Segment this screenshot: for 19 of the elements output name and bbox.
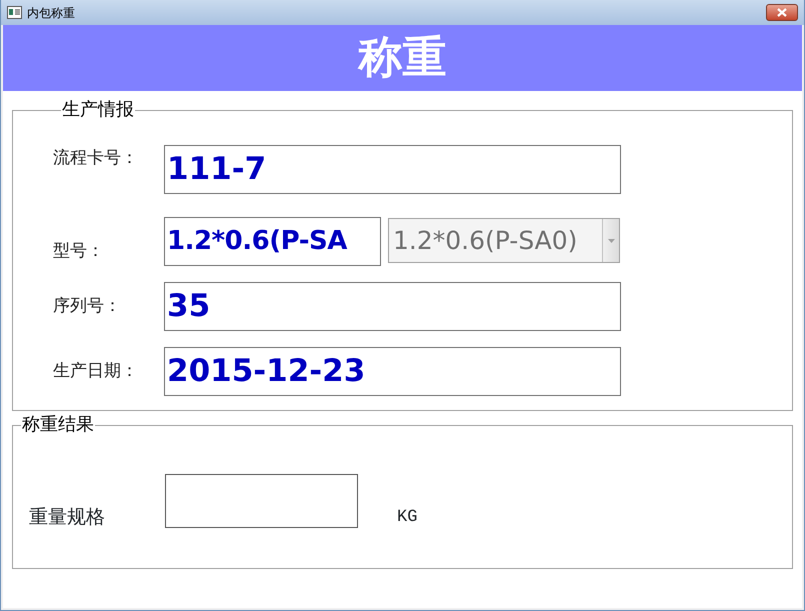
close-icon bbox=[777, 8, 787, 17]
field-label: 生产日期： bbox=[53, 360, 139, 383]
input-field[interactable]: 1.2*0.6(P-SA bbox=[164, 217, 381, 266]
field-label: 重量规格 bbox=[29, 506, 106, 528]
input-field[interactable]: 35 bbox=[164, 282, 621, 331]
input-field[interactable]: 2015-12-23 bbox=[164, 347, 621, 396]
group-title: 生产情报 bbox=[61, 99, 135, 121]
group-title: 称重结果 bbox=[21, 414, 95, 436]
dropdown-arrow-icon bbox=[608, 238, 614, 242]
app-icon bbox=[7, 6, 22, 19]
close-button[interactable] bbox=[766, 4, 798, 21]
field-label: 型号： bbox=[53, 240, 105, 262]
window-title: 内包称重 bbox=[27, 4, 75, 22]
header-title: 称重 bbox=[358, 36, 446, 80]
unit-label: KG bbox=[397, 508, 418, 528]
field-label: 流程卡号： bbox=[53, 147, 139, 170]
input-field[interactable] bbox=[165, 474, 358, 528]
input-field[interactable]: 111-7 bbox=[164, 145, 621, 194]
field-label: 序列号： bbox=[53, 294, 122, 318]
